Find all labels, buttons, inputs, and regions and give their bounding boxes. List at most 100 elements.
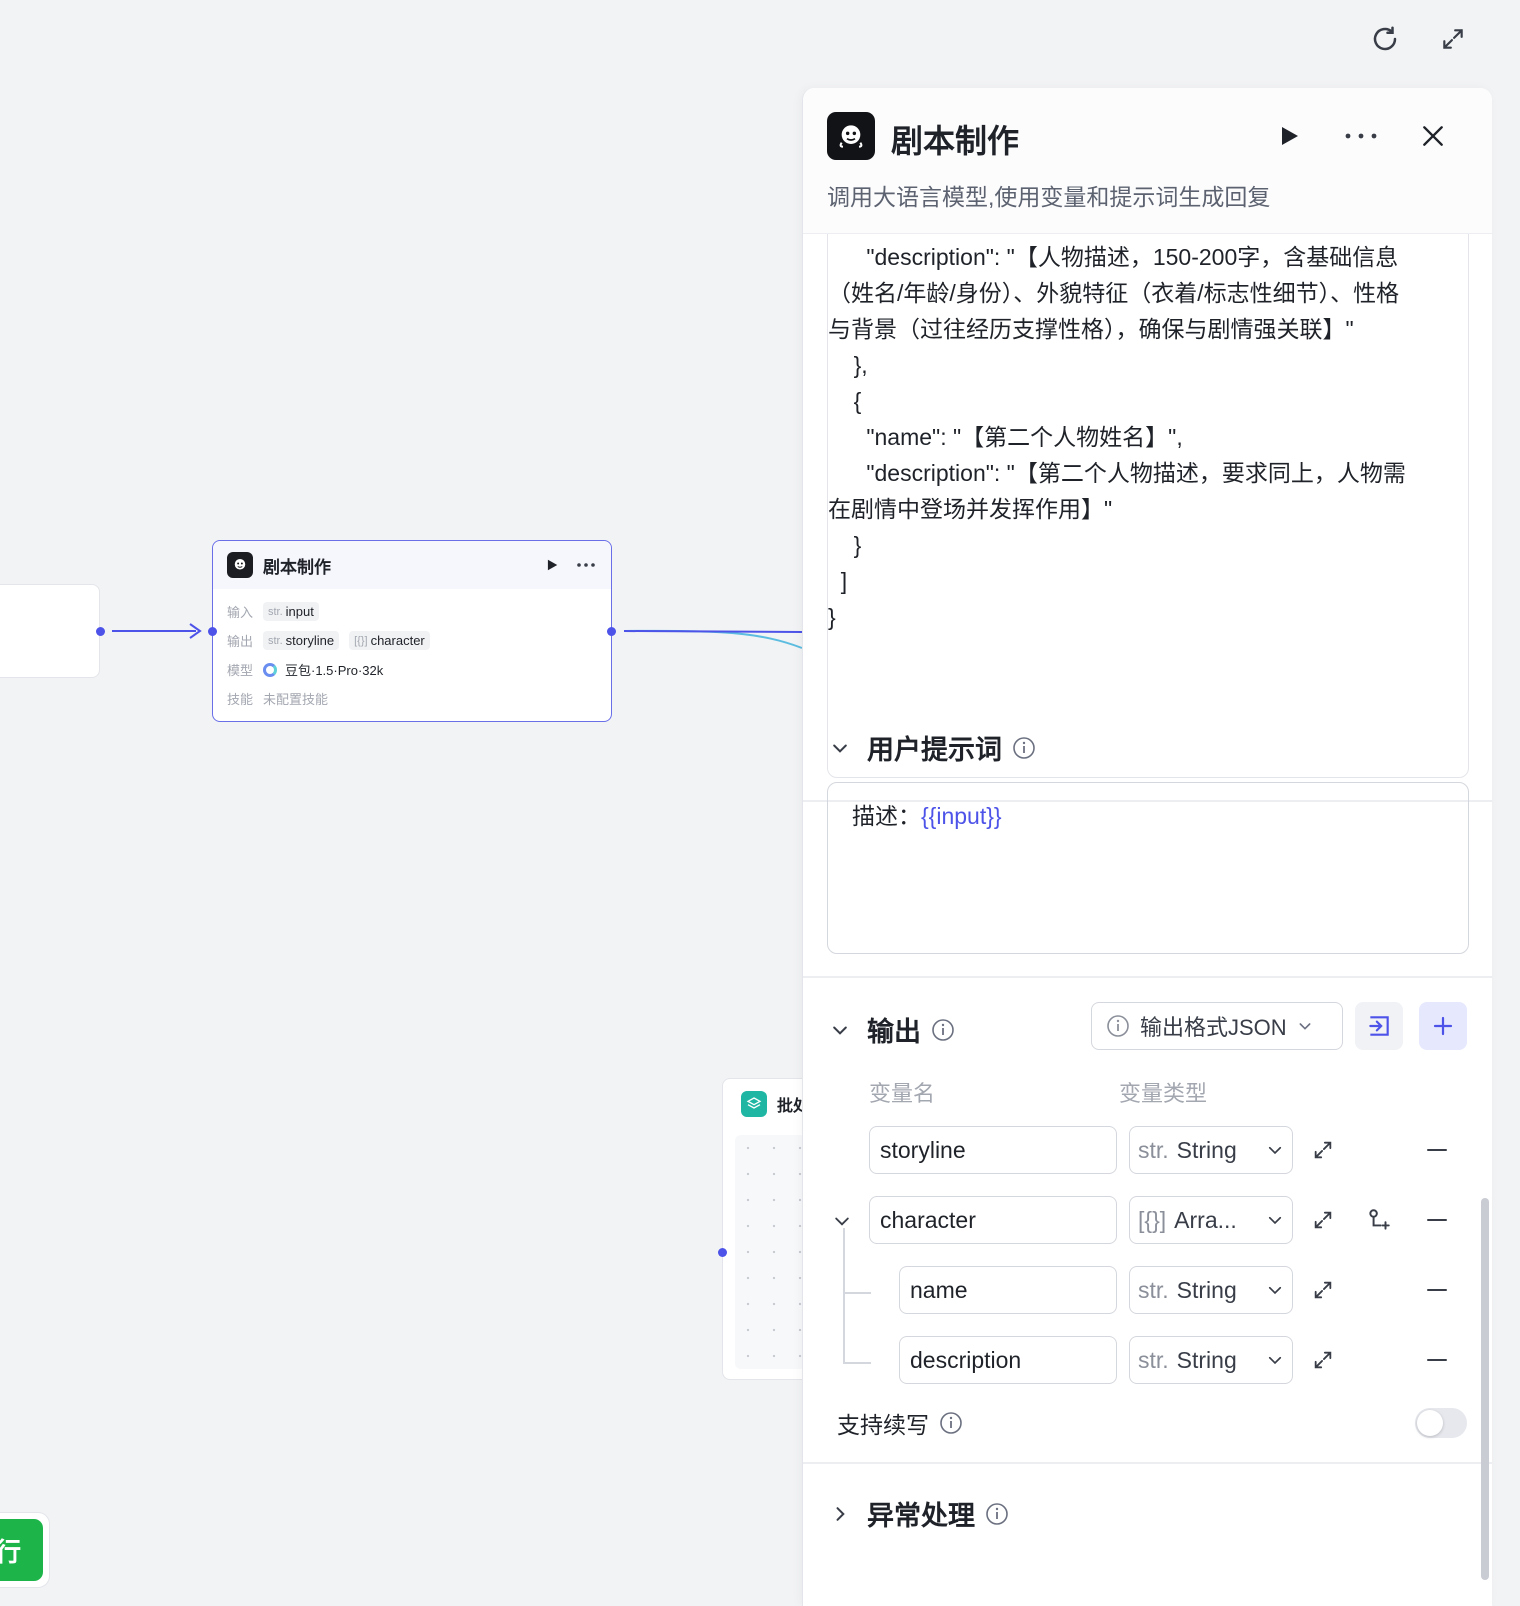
expand-editor-icon[interactable] <box>1307 1134 1339 1166</box>
info-icon[interactable] <box>985 1502 1009 1526</box>
chevron-down-icon <box>1268 1216 1282 1225</box>
node-skill-row: 技能 未配置技能 <box>227 684 597 713</box>
col-variable-name: 变量名 <box>869 1081 936 1106</box>
skill-label: 技能 <box>227 692 254 707</box>
tree-line <box>843 1228 845 1362</box>
output-chip: [{}] character <box>349 631 430 650</box>
divider <box>803 976 1492 978</box>
node-header: 剧本制作 <box>213 541 611 589</box>
input-chip: str. input <box>263 602 319 621</box>
input-label: 输入 <box>227 605 254 620</box>
chevron-down-icon[interactable] <box>829 1208 855 1234</box>
remove-row-icon[interactable] <box>1421 1344 1453 1376</box>
chip-type: str. <box>268 605 283 618</box>
output-label: 输出 <box>227 634 254 649</box>
expand-editor-icon[interactable] <box>1307 1274 1339 1306</box>
chevron-right-icon[interactable] <box>827 1501 853 1527</box>
continue-writing-label: 支持续写 <box>837 1412 929 1438</box>
output-format-select[interactable]: 输出格式JSON <box>1091 1002 1343 1050</box>
info-icon <box>1107 1015 1129 1037</box>
add-child-icon[interactable] <box>1363 1204 1395 1236</box>
chevron-down-icon <box>1268 1356 1282 1365</box>
expand-editor-icon[interactable] <box>1307 1344 1339 1376</box>
node-title: 剧本制作 <box>263 557 331 577</box>
expand-icon[interactable] <box>1436 22 1470 56</box>
indent-icon <box>1369 1016 1389 1036</box>
user-prompt-title: 用户提示词 <box>867 735 1002 765</box>
chevron-down-icon <box>1299 1023 1311 1030</box>
node-input-row: 输入 str. input <box>227 597 597 626</box>
remove-row-icon[interactable] <box>1421 1274 1453 1306</box>
run-icon[interactable] <box>1269 116 1309 156</box>
more-icon[interactable] <box>575 554 597 576</box>
run-workflow-label: 行 <box>0 1519 43 1581</box>
output-var-type-select[interactable]: [{}] Arra... <box>1129 1196 1293 1244</box>
chevron-down-icon <box>1268 1146 1282 1155</box>
col-variable-type: 变量类型 <box>1119 1081 1208 1106</box>
output-var-type-select[interactable]: str. String <box>1129 1126 1293 1174</box>
canvas-toolbar <box>1368 22 1470 56</box>
prev-node-output-port[interactable] <box>96 627 105 636</box>
robot-icon <box>227 552 253 578</box>
node-model-row: 模型 豆包·1.5·Pro·32k <box>227 655 597 684</box>
model-label: 模型 <box>227 663 254 678</box>
refresh-icon[interactable] <box>1368 22 1402 56</box>
type-prefix: str. <box>1138 1276 1169 1303</box>
type-prefix: str. <box>1138 1346 1169 1373</box>
type-prefix: str. <box>1138 1136 1169 1163</box>
user-prompt-header: 用户提示词 <box>827 728 1036 767</box>
user-prompt-editor[interactable]: 描述：{{input}} <box>827 782 1469 954</box>
user-prompt-prefix: 描述： <box>852 803 921 829</box>
info-icon[interactable] <box>939 1411 963 1435</box>
run-icon[interactable] <box>541 554 563 576</box>
chevron-down-icon[interactable] <box>827 735 853 761</box>
output-header: 输出 <box>827 1010 955 1049</box>
remove-row-icon[interactable] <box>1421 1204 1453 1236</box>
previous-node[interactable] <box>0 584 100 678</box>
collapse-output-button[interactable] <box>1355 1002 1403 1050</box>
more-icon[interactable] <box>1341 116 1381 156</box>
panel-description: 调用大语言模型,使用变量和提示词生成回复 <box>827 184 1271 210</box>
type-label: String <box>1176 1346 1237 1373</box>
llm-node-script[interactable]: 剧本制作 输入 str. input 输出 str. storyline [{}] c… <box>212 540 612 722</box>
node-config-panel: 剧本制作 调用大语言模型,使用变量和提示词生成回复 "name": "【人物姓名… <box>802 88 1492 1606</box>
node-output-port[interactable] <box>607 627 616 636</box>
system-prompt-text[interactable]: "name": "【人物姓名，不超过4字】", "description": "… <box>828 203 1418 635</box>
type-label: String <box>1176 1136 1237 1163</box>
output-var-name-input[interactable]: name <box>899 1266 1117 1314</box>
info-icon[interactable] <box>1012 736 1036 760</box>
output-var-type-select[interactable]: str. String <box>1129 1336 1293 1384</box>
add-output-button[interactable] <box>1419 1002 1467 1050</box>
divider <box>803 1462 1492 1464</box>
chip-name: character <box>370 633 425 648</box>
chevron-down-icon[interactable] <box>827 1017 853 1043</box>
panel-title: 剧本制作 <box>891 123 1020 159</box>
type-label: String <box>1176 1276 1237 1303</box>
node-output-row: 输出 str. storyline [{}] character <box>227 626 597 655</box>
output-format-label: 输出格式JSON <box>1140 1015 1287 1040</box>
batch-input-port[interactable] <box>718 1248 727 1257</box>
output-var-type-select[interactable]: str. String <box>1129 1266 1293 1314</box>
run-workflow-button[interactable]: 行 <box>0 1512 50 1588</box>
doubao-model-icon <box>263 662 277 677</box>
node-input-port[interactable] <box>208 627 217 636</box>
robot-icon <box>827 112 875 160</box>
user-prompt-variable[interactable]: {{input}} <box>921 803 1002 829</box>
expand-editor-icon[interactable] <box>1307 1204 1339 1236</box>
remove-row-icon[interactable] <box>1421 1134 1453 1166</box>
chip-name: input <box>285 604 314 619</box>
continue-writing-row: 支持续写 <box>837 1406 963 1440</box>
type-label: Arra... <box>1174 1206 1237 1233</box>
info-icon[interactable] <box>931 1018 955 1042</box>
panel-scrollbar[interactable] <box>1481 1198 1489 1580</box>
output-var-name-input[interactable]: storyline <box>869 1126 1117 1174</box>
output-var-name-input[interactable]: description <box>899 1336 1117 1384</box>
close-icon[interactable] <box>1413 116 1453 156</box>
exception-title: 异常处理 <box>867 1501 975 1531</box>
output-var-name-input[interactable]: character <box>869 1196 1117 1244</box>
exception-header: 异常处理 <box>827 1494 1009 1533</box>
plus-icon <box>1433 1016 1453 1036</box>
toggle-knob <box>1417 1410 1443 1436</box>
type-prefix: [{}] <box>1138 1206 1167 1233</box>
continue-writing-toggle[interactable] <box>1415 1408 1467 1438</box>
